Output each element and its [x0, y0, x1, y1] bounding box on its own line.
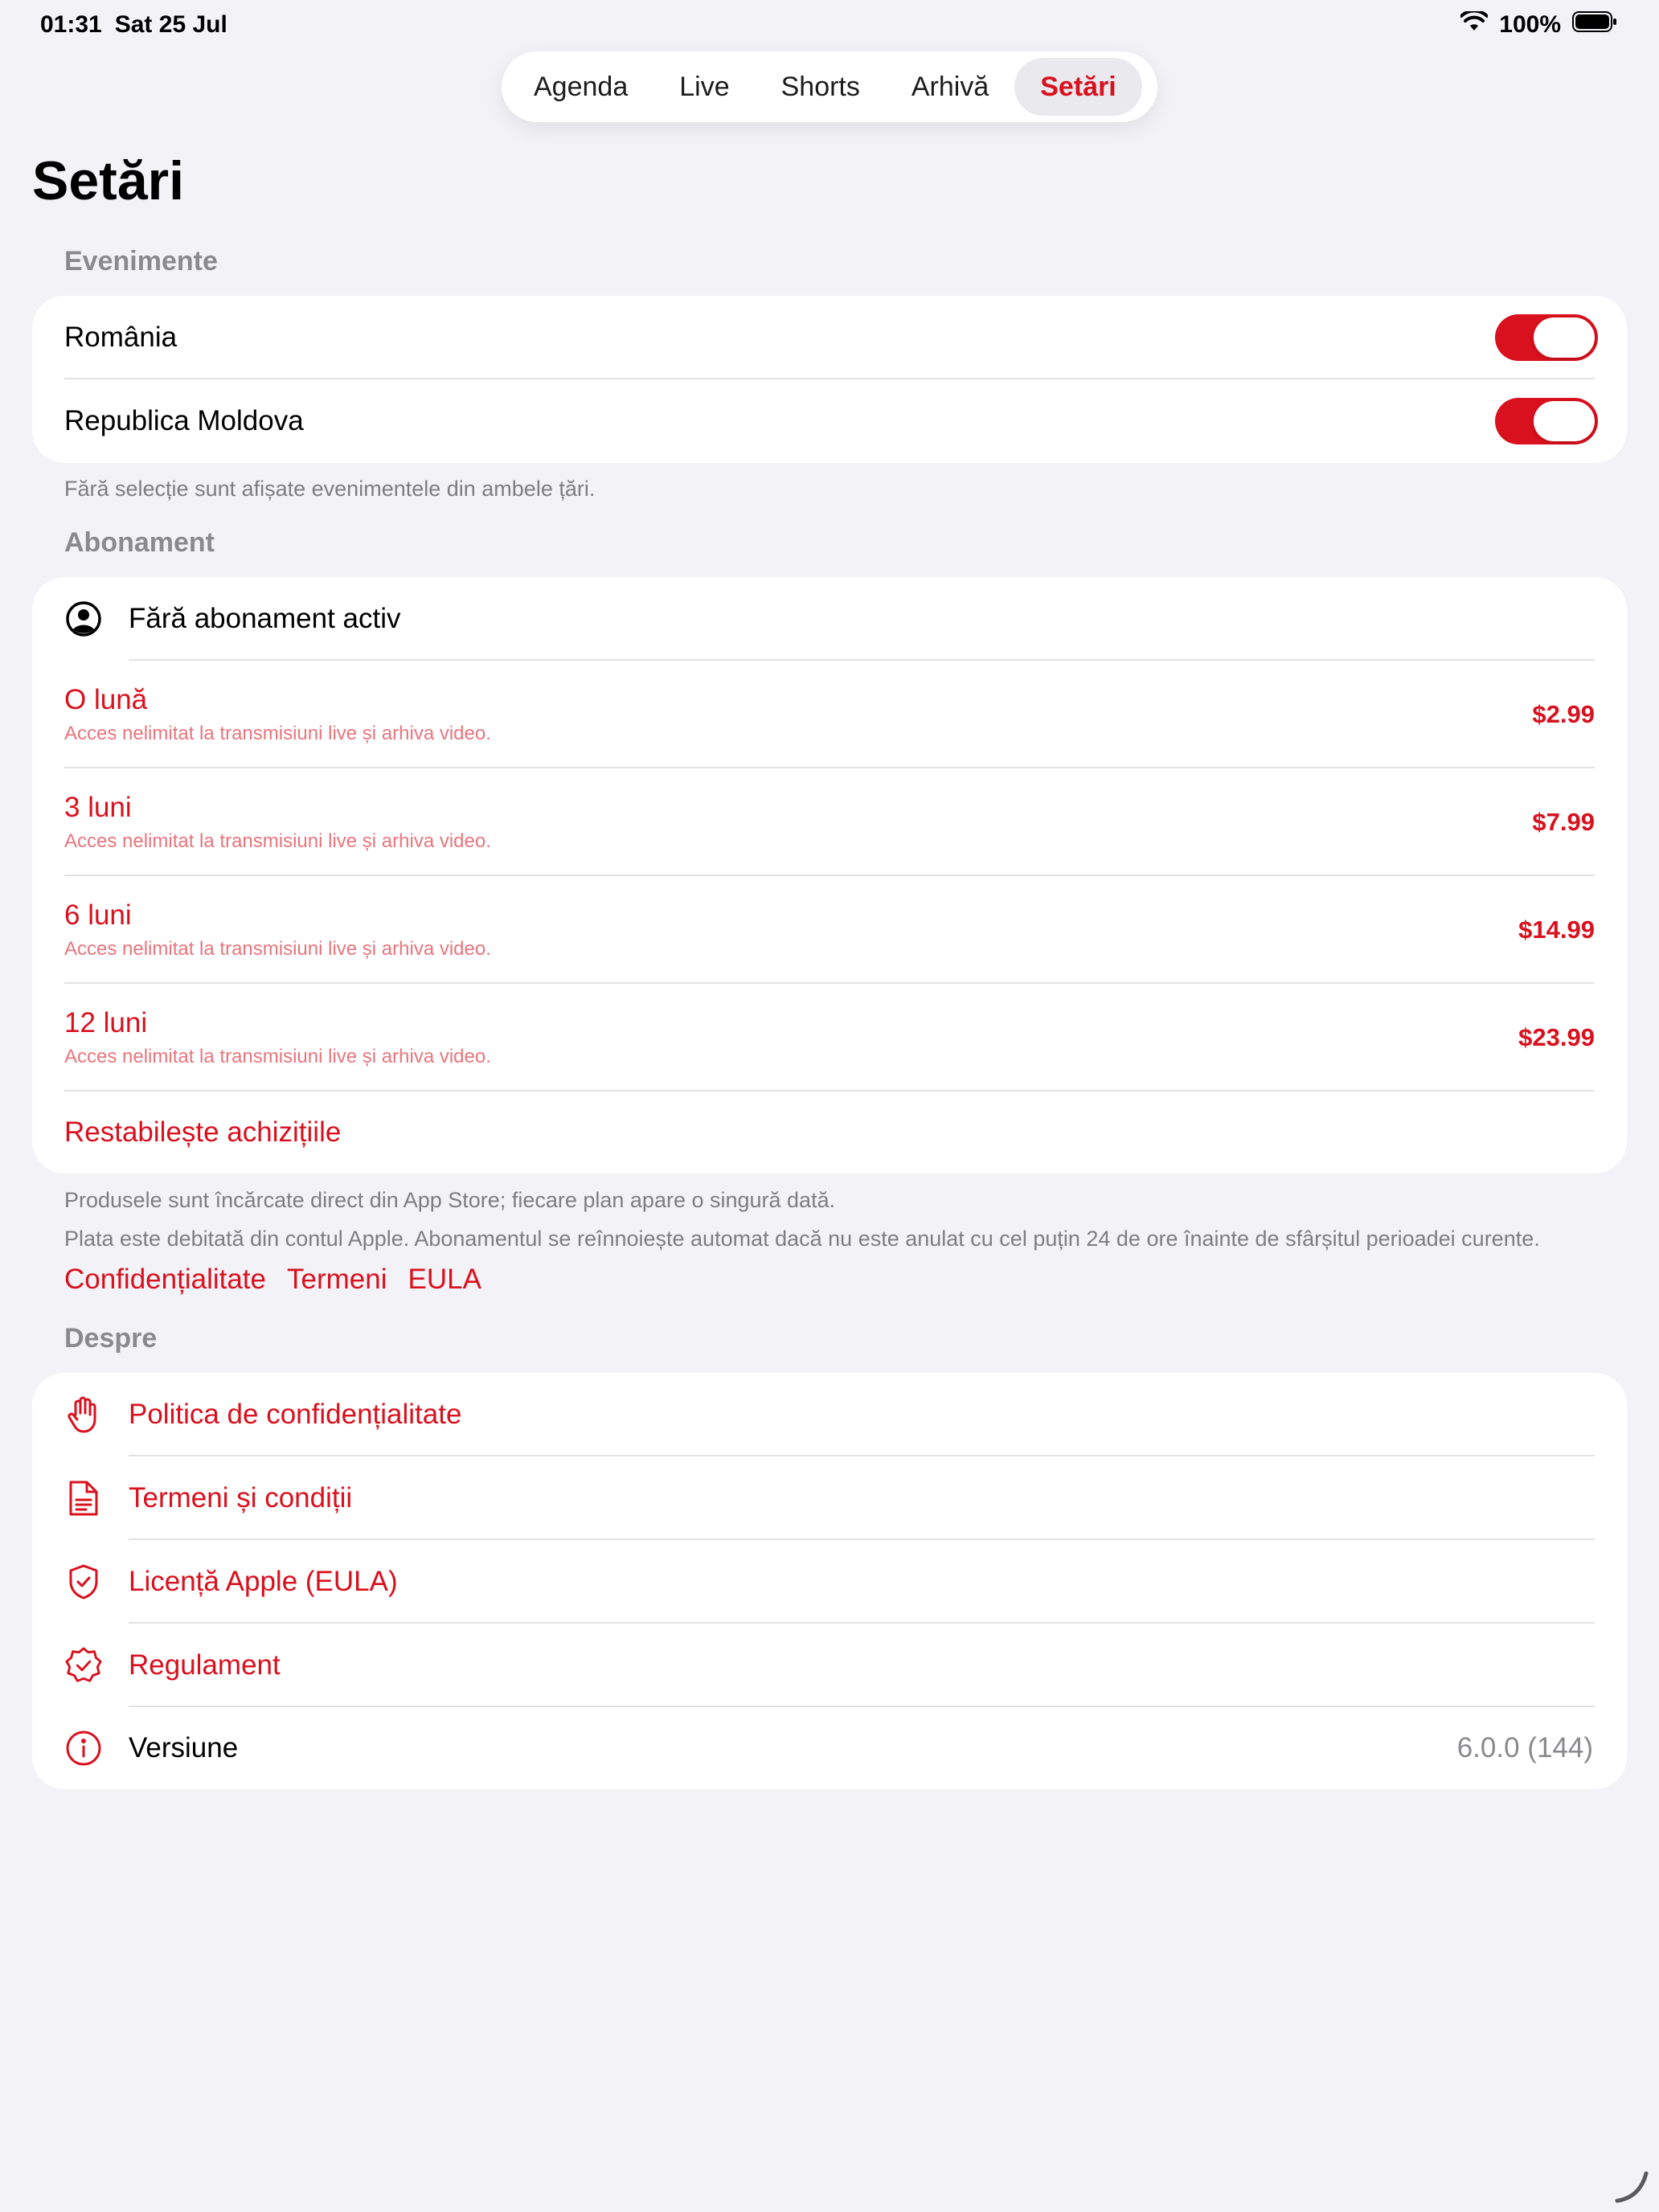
toggle-moldova[interactable] — [1495, 398, 1598, 444]
section-label-events: Evenimente — [64, 246, 218, 276]
version-value: 6.0.0 (144) — [1456, 1732, 1593, 1763]
plan-price: $2.99 — [1532, 700, 1595, 728]
plan-subtitle: Acces nelimitat la transmisiuni live și … — [64, 723, 491, 744]
tab-live[interactable]: Live — [653, 58, 755, 116]
version-label: Versiune — [129, 1732, 239, 1763]
legal-links: Confidențialitate Termeni EULA — [64, 1264, 481, 1296]
subscription-note-1: Produsele sunt încărcate direct din App … — [64, 1188, 836, 1212]
section-label-about: Despre — [64, 1323, 158, 1354]
plan-title: 6 luni — [64, 899, 132, 931]
event-row-romania: România — [32, 296, 1627, 379]
restore-purchases-button[interactable]: Restabilește achizițiile — [32, 1092, 1627, 1174]
section-label-subscription: Abonament — [64, 527, 215, 558]
plan-row[interactable]: 3 luni Acces nelimitat la transmisiuni l… — [32, 768, 1627, 876]
hand-raised-icon — [64, 1395, 103, 1434]
plan-subtitle: Acces nelimitat la transmisiuni live și … — [64, 1046, 491, 1067]
shield-check-icon — [64, 1563, 103, 1601]
document-icon — [64, 1479, 103, 1518]
events-note: Fără selecție sunt afișate evenimentele … — [64, 477, 596, 501]
info-circle-icon — [64, 1729, 103, 1768]
event-label-moldova: Republica Moldova — [64, 405, 304, 436]
event-row-moldova: Republica Moldova — [32, 379, 1627, 463]
person-circle-icon — [64, 600, 103, 638]
about-label-eula: Licență Apple (EULA) — [129, 1566, 398, 1597]
tab-arhiva[interactable]: Arhivă — [886, 58, 1014, 116]
tab-setari[interactable]: Setări — [1014, 58, 1142, 116]
battery-icon — [1572, 11, 1617, 39]
badge-check-icon — [64, 1646, 103, 1685]
plan-price: $7.99 — [1532, 808, 1595, 836]
plan-row[interactable]: O lună Acces nelimitat la transmisiuni l… — [32, 661, 1627, 768]
link-eula[interactable]: EULA — [408, 1264, 481, 1296]
about-item-rules[interactable]: Regulament — [32, 1624, 1627, 1707]
plan-row[interactable]: 6 luni Acces nelimitat la transmisiuni l… — [32, 876, 1627, 984]
page-title: Setări — [32, 150, 184, 211]
plan-row[interactable]: 12 luni Acces nelimitat la transmisiuni … — [32, 984, 1627, 1092]
battery-percent: 100% — [1499, 11, 1561, 38]
tab-agenda[interactable]: Agenda — [508, 58, 653, 116]
events-card: România Republica Moldova — [32, 296, 1627, 463]
subscription-note-2: Plata este debitată din contul Apple. Ab… — [64, 1227, 1540, 1251]
subscription-status-row: Fără abonament activ — [32, 577, 1627, 661]
plan-subtitle: Acces nelimitat la transmisiuni live și … — [64, 830, 491, 852]
about-item-version: Versiune 6.0.0 (144) — [32, 1707, 1627, 1789]
about-label-rules: Regulament — [129, 1649, 281, 1681]
about-item-eula[interactable]: Licență Apple (EULA) — [32, 1540, 1627, 1624]
about-label-privacy: Politica de confidențialitate — [129, 1399, 462, 1430]
about-item-terms[interactable]: Termeni și condiții — [32, 1456, 1627, 1540]
tab-shorts[interactable]: Shorts — [756, 58, 886, 116]
link-confidentialitate[interactable]: Confidențialitate — [64, 1264, 266, 1296]
plan-price: $14.99 — [1518, 916, 1595, 944]
plan-title: O lună — [64, 684, 148, 715]
plan-title: 12 luni — [64, 1007, 148, 1038]
plan-title: 3 luni — [64, 792, 132, 823]
subscription-card: Fără abonament activ O lună Acces nelimi… — [32, 577, 1627, 1174]
plan-subtitle: Acces nelimitat la transmisiuni live și … — [64, 938, 491, 960]
restore-purchases-label: Restabilește achizițiile — [64, 1116, 342, 1148]
wifi-icon — [1460, 9, 1489, 39]
tab-bar: Agenda Live Shorts Arhivă Setări — [502, 51, 1157, 122]
plan-price: $23.99 — [1518, 1023, 1595, 1051]
subscription-status: Fără abonament activ — [129, 603, 401, 634]
link-termeni[interactable]: Termeni — [287, 1264, 387, 1296]
status-time: 01:31 — [40, 11, 102, 38]
status-bar: 01:31 Sat 25 Jul 100% — [0, 0, 1659, 51]
resize-handle-icon — [1612, 2165, 1651, 2204]
about-item-privacy[interactable]: Politica de confidențialitate — [32, 1373, 1627, 1456]
about-label-terms: Termeni și condiții — [129, 1482, 353, 1514]
status-date: Sat 25 Jul — [114, 11, 227, 38]
event-label-romania: România — [64, 322, 178, 353]
about-card: Politica de confidențialitate Termeni și… — [32, 1373, 1627, 1789]
toggle-romania[interactable] — [1495, 314, 1598, 361]
